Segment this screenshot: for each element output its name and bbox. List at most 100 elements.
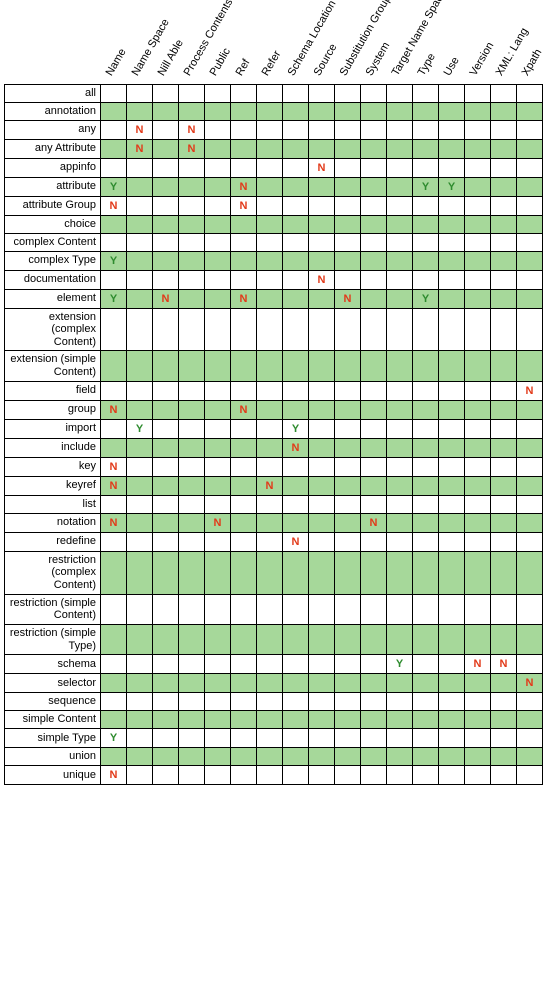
cell [205,139,231,158]
cell [257,381,283,400]
cell [153,177,179,196]
cell [335,177,361,196]
cell [257,270,283,289]
column-header: Process Contents [179,4,205,84]
cell [205,120,231,139]
cell [127,308,153,351]
cell [127,457,153,476]
table-row: simple TypeY [5,729,543,748]
cell [517,120,543,139]
cell: N [101,457,127,476]
cell [257,674,283,693]
cell [283,84,309,102]
no-mark: N [240,293,248,305]
cell [361,215,387,233]
cell [205,711,231,729]
cell [439,711,465,729]
cell [465,729,491,748]
cell [231,476,257,495]
cell [257,289,283,308]
cell [413,655,439,674]
cell [465,438,491,457]
cell [439,551,465,594]
no-mark: N [162,293,170,305]
cell [101,215,127,233]
cell [283,120,309,139]
cell [283,158,309,177]
cell [231,308,257,351]
row-header: sequence [5,693,101,711]
cell [439,513,465,532]
cell [491,233,517,251]
cell [465,351,491,381]
cell [465,674,491,693]
cell [465,693,491,711]
cell [127,270,153,289]
cell [517,748,543,766]
cell [387,674,413,693]
cell [309,84,335,102]
cell [335,102,361,120]
cell [127,594,153,624]
cell [101,711,127,729]
cell [335,196,361,215]
cell [101,594,127,624]
cell [517,495,543,513]
row-header: notation [5,513,101,532]
cell [465,400,491,419]
cell [413,438,439,457]
cell [413,766,439,785]
column-header-label: Name [103,46,128,77]
column-header: Type [413,4,439,84]
cell: N [101,476,127,495]
cell [465,102,491,120]
cell [179,233,205,251]
cell: N [101,400,127,419]
cell [413,476,439,495]
row-header: documentation [5,270,101,289]
cell [309,196,335,215]
cell [413,513,439,532]
cell [257,120,283,139]
cell [387,196,413,215]
table-row: restriction (complex Content) [5,551,543,594]
cell [153,381,179,400]
cell [465,594,491,624]
cell [387,476,413,495]
cell [283,711,309,729]
cell [439,457,465,476]
column-header: System [361,4,387,84]
cell [205,351,231,381]
cell [361,495,387,513]
cell [205,729,231,748]
cell [413,381,439,400]
cell [387,711,413,729]
cell [439,419,465,438]
cell [335,139,361,158]
cell [387,624,413,654]
table-row: sequence [5,693,543,711]
cell [257,196,283,215]
cell [491,351,517,381]
no-mark: N [292,536,300,548]
cell [153,476,179,495]
cell [387,308,413,351]
cell [179,729,205,748]
cell [257,624,283,654]
cell [491,624,517,654]
cell [517,766,543,785]
no-mark: N [136,143,144,155]
cell [231,120,257,139]
cell [283,289,309,308]
cell [465,251,491,270]
cell [127,400,153,419]
cell: Y [439,177,465,196]
column-header: Refer [257,4,283,84]
cell [335,748,361,766]
cell [153,693,179,711]
column-header: Name Space [127,4,153,84]
cell [387,766,413,785]
cell [205,476,231,495]
cell [361,457,387,476]
cell [283,102,309,120]
